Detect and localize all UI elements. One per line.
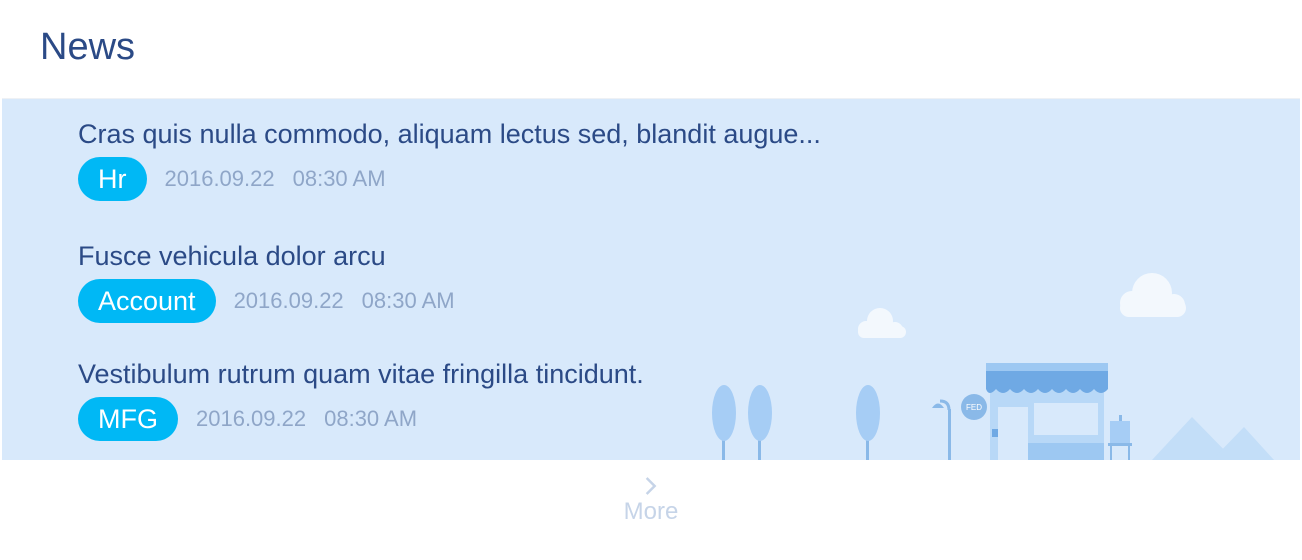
news-item-date: 2016.09.22	[164, 166, 275, 191]
page-title: News	[40, 26, 136, 68]
tree-icon	[856, 385, 880, 460]
news-item-date: 2016.09.22	[233, 288, 344, 313]
shop-sign-label: FED	[966, 403, 982, 412]
cloud-icon	[1120, 273, 1186, 317]
news-item-meta: Account 2016.09.22 08:30 AM	[78, 279, 455, 323]
news-item-title[interactable]: Vestibulum rutrum quam vitae fringilla t…	[78, 357, 644, 391]
news-item-meta: MFG 2016.09.22 08:30 AM	[78, 397, 644, 441]
news-list: FED Cras quis nulla commodo, aliquam lec…	[2, 99, 1300, 460]
more-label: More	[623, 498, 679, 525]
chevron-right-icon	[646, 477, 657, 495]
easel-icon	[1108, 415, 1132, 460]
category-tag[interactable]: MFG	[78, 397, 178, 441]
shop-sign: FED	[961, 394, 987, 420]
news-card: News FED Cras quis nulla commodo, aliqua…	[2, 0, 1300, 558]
news-item-time: 08:30 AM	[324, 406, 418, 431]
news-header: News	[2, 0, 1300, 99]
news-item-date: 2016.09.22	[196, 406, 307, 431]
street-lamp-icon	[932, 399, 951, 460]
mountain-icon	[1152, 417, 1274, 460]
news-item-meta: Hr 2016.09.22 08:30 AM	[78, 157, 821, 201]
tree-icon	[712, 385, 736, 460]
news-footer: More	[2, 460, 1300, 558]
tree-icon	[748, 385, 772, 460]
news-item-title[interactable]: Fusce vehicula dolor arcu	[78, 239, 455, 273]
news-item-title[interactable]: Cras quis nulla commodo, aliquam lectus …	[78, 117, 821, 151]
news-item-time: 08:30 AM	[361, 288, 455, 313]
category-tag[interactable]: Account	[78, 279, 216, 323]
news-item-time: 08:30 AM	[292, 166, 386, 191]
category-tag[interactable]: Hr	[78, 157, 147, 201]
news-item[interactable]: Vestibulum rutrum quam vitae fringilla t…	[78, 357, 644, 441]
more-button[interactable]: More	[623, 476, 679, 526]
news-item[interactable]: Cras quis nulla commodo, aliquam lectus …	[78, 117, 821, 201]
cloud-icon	[858, 308, 906, 338]
store-icon	[986, 363, 1108, 460]
news-item[interactable]: Fusce vehicula dolor arcu Account 2016.0…	[78, 239, 455, 323]
